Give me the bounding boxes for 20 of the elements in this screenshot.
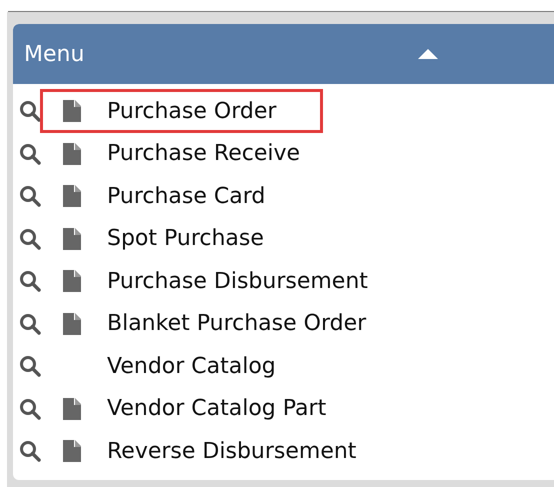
menu-item[interactable]: Purchase Card (107, 184, 266, 209)
menu-item[interactable]: Purchase Disbursement (107, 268, 368, 294)
search-icon[interactable] (19, 312, 41, 335)
collapse-arrow-icon[interactable] (418, 49, 438, 59)
menu-item[interactable]: Vendor Catalog (107, 354, 276, 379)
search-icon[interactable] (19, 185, 41, 208)
search-icon[interactable] (19, 270, 41, 292)
menu-item[interactable]: Purchase Receive (107, 141, 300, 166)
menu-item[interactable]: Blanket Purchase Order (107, 311, 366, 336)
search-icon[interactable] (19, 398, 41, 420)
menu-item[interactable]: Vendor Catalog Part (107, 396, 326, 422)
search-icon[interactable] (19, 355, 41, 378)
search-icon[interactable] (19, 440, 41, 462)
search-icon[interactable] (19, 142, 41, 165)
search-icon[interactable] (19, 100, 41, 122)
menu-item[interactable]: Spot Purchase (107, 226, 264, 252)
menu-title: Menu (24, 42, 86, 66)
search-icon[interactable] (19, 228, 41, 250)
menu-item[interactable]: Purchase Order (107, 98, 276, 124)
menu-item[interactable]: Reverse Disbursement (107, 438, 356, 464)
